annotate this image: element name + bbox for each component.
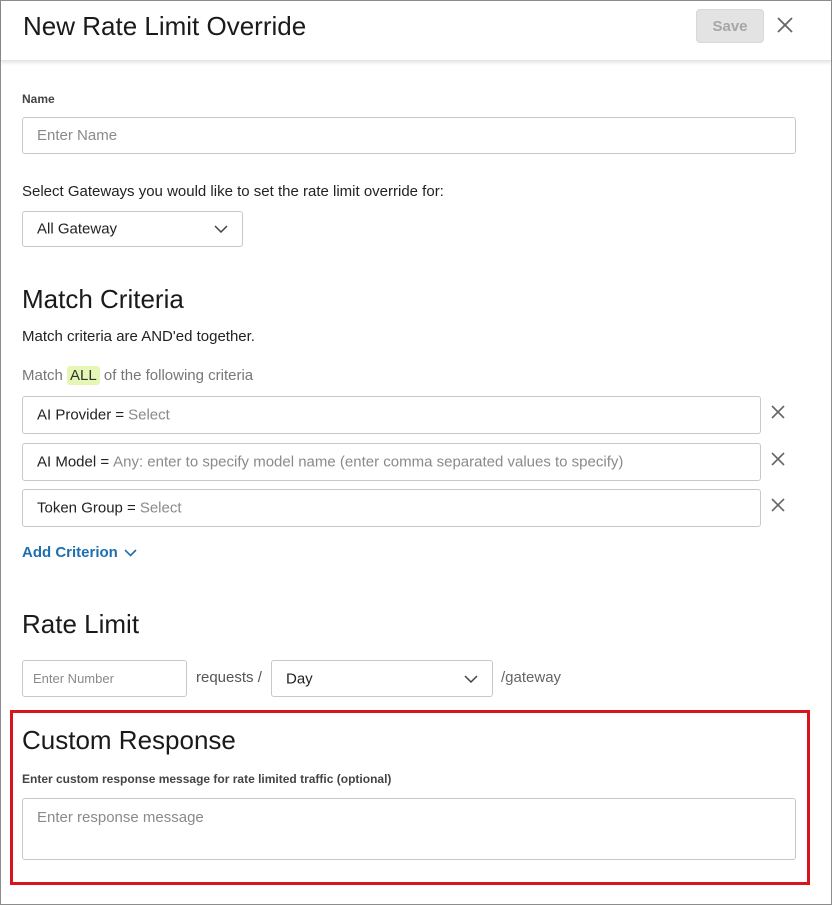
- chevron-down-icon: [124, 548, 137, 557]
- match-criteria-description: Match criteria are AND'ed together.: [22, 328, 255, 345]
- custom-response-label: Enter custom response message for rate l…: [22, 772, 392, 786]
- remove-criterion-icon[interactable]: [770, 451, 786, 467]
- remove-criterion-icon[interactable]: [770, 497, 786, 513]
- criterion-row-ai-model[interactable]: AI Model = Any: enter to specify model na…: [22, 443, 761, 481]
- criterion-row-ai-provider[interactable]: AI Provider = Select: [22, 396, 761, 434]
- custom-response-heading: Custom Response: [22, 725, 236, 755]
- criterion-row-token-group[interactable]: Token Group = Select: [22, 489, 761, 527]
- rate-limit-heading: Rate Limit: [22, 609, 140, 639]
- scope-label: /gateway: [501, 669, 562, 686]
- criterion-value[interactable]: Select: [128, 407, 170, 424]
- name-input[interactable]: [22, 117, 796, 154]
- gateway-select-value: All Gateway: [37, 220, 118, 238]
- match-mode-line: Match ALL of the following criteria: [22, 366, 254, 385]
- custom-response-textarea[interactable]: [22, 798, 796, 860]
- match-criteria-heading: Match Criteria: [22, 284, 184, 314]
- gateway-prompt: Select Gateways you would like to set th…: [22, 183, 444, 200]
- gateway-select[interactable]: All Gateway: [22, 211, 243, 247]
- close-icon[interactable]: [775, 15, 795, 35]
- criterion-row: Token Group = Select: [37, 500, 182, 517]
- rate-number-input[interactable]: [22, 660, 187, 697]
- period-select-value: Day: [286, 670, 313, 687]
- criterion-key: AI Model =: [37, 453, 110, 471]
- requests-label: requests /: [196, 669, 262, 686]
- add-criterion-label: Add Criterion: [22, 544, 118, 561]
- criterion-row: AI Provider = Select: [37, 407, 170, 424]
- criterion-key: AI Provider =: [37, 406, 125, 424]
- criterion-value[interactable]: Any: enter to specify model name (enter …: [113, 454, 623, 471]
- remove-criterion-icon[interactable]: [770, 404, 786, 420]
- period-select[interactable]: Day: [271, 660, 493, 697]
- match-mode-badge[interactable]: ALL: [67, 366, 100, 385]
- name-label: Name: [22, 92, 55, 106]
- match-suffix: of the following criteria: [103, 367, 254, 384]
- criterion-value[interactable]: Select: [140, 500, 182, 517]
- add-criterion-button[interactable]: Add Criterion: [22, 544, 137, 561]
- match-prefix: Match: [22, 367, 63, 384]
- criterion-key: Token Group =: [37, 499, 136, 517]
- page-title: New Rate Limit Override: [23, 11, 307, 41]
- chevron-down-icon: [464, 674, 478, 683]
- modal-header: New Rate Limit Override Save: [1, 1, 831, 61]
- criterion-row: AI Model = Any: enter to specify model na…: [37, 454, 623, 471]
- chevron-down-icon: [214, 225, 228, 233]
- save-button[interactable]: Save: [696, 9, 764, 43]
